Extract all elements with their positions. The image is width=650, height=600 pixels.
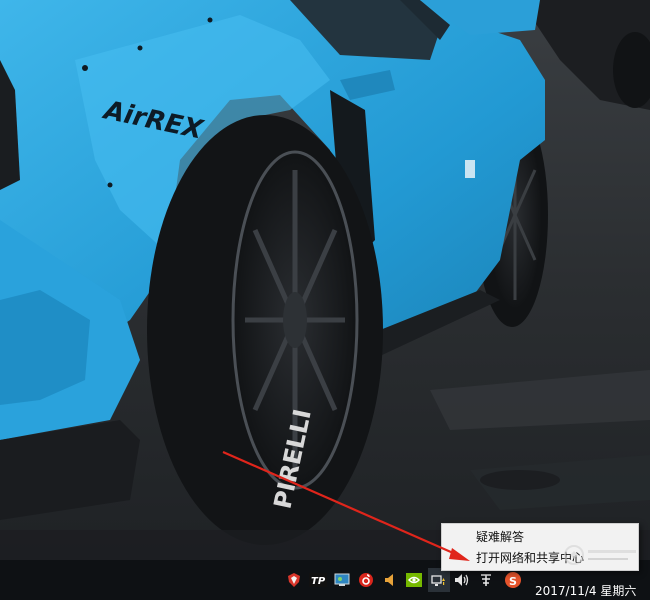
app-monitor-icon[interactable] [332, 570, 352, 590]
app-tp-icon[interactable]: TP [308, 570, 328, 590]
desktop-wallpaper: AirREX PIRELLI [0, 0, 650, 560]
network-icon[interactable] [428, 568, 450, 592]
svg-text:TP: TP [311, 576, 326, 587]
site-watermark [564, 545, 636, 565]
input-method-icon[interactable] [476, 570, 496, 590]
nvidia-icon[interactable] [404, 570, 424, 590]
svg-text:S: S [509, 575, 517, 588]
volume-icon[interactable] [452, 570, 472, 590]
sogou-icon[interactable]: S [503, 570, 523, 590]
app-shield-icon[interactable] [284, 570, 304, 590]
netease-music-icon[interactable] [356, 570, 376, 590]
speaker-icon[interactable] [380, 570, 400, 590]
taskbar-clock[interactable]: 2017/11/4 星期六 [535, 583, 636, 599]
desktop-screen: AirREX PIRELLI 疑难解答 打开网络和共享中心 TP S 2017/… [0, 0, 650, 600]
